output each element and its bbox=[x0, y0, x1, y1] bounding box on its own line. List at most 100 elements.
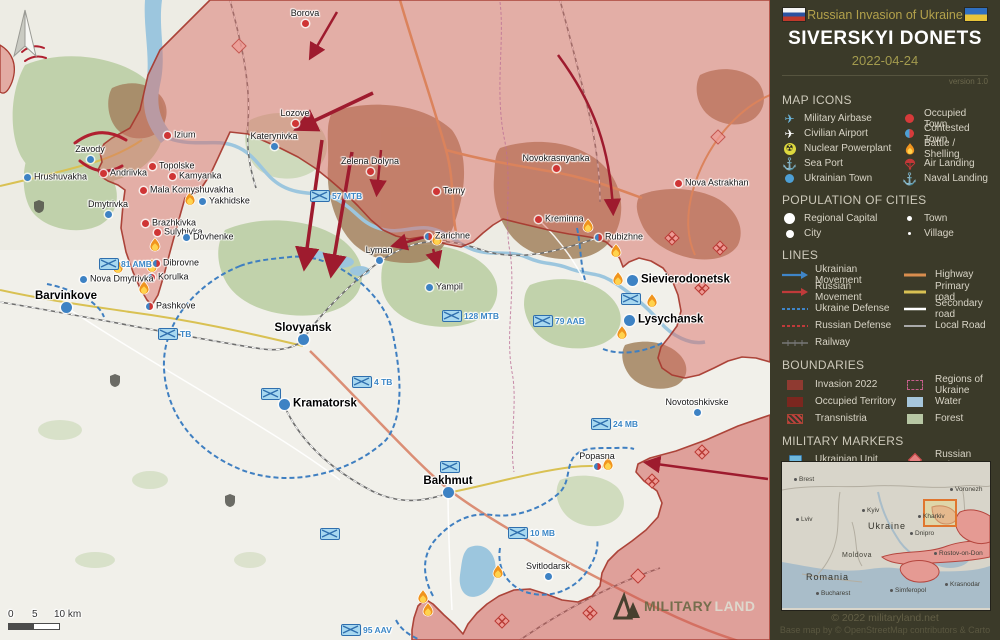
russian-unit-marker bbox=[710, 129, 726, 145]
town-dot bbox=[146, 303, 153, 310]
town-label: Dmytrivka bbox=[88, 199, 128, 209]
legend-label: Forest bbox=[935, 413, 963, 424]
town-dot bbox=[425, 233, 432, 240]
overview-minimap: Brest Voronezh Kyiv Kharkiv Lviv Ukraine… bbox=[781, 461, 991, 611]
legend-label: Ukrainian Town bbox=[804, 173, 872, 184]
copyright-line: © 2022 militaryland.net bbox=[770, 612, 1000, 624]
battle-shelling-icon bbox=[646, 294, 658, 313]
town-dot bbox=[298, 334, 309, 345]
invasion-2022-swatch bbox=[782, 380, 808, 390]
town-label: Dibrovne bbox=[163, 258, 199, 268]
battle-shelling-icon bbox=[612, 272, 624, 291]
ukrainian-unit-marker: 24 MB bbox=[591, 418, 611, 430]
town-label: Lozove bbox=[280, 108, 309, 118]
legend-label: Railway bbox=[815, 337, 850, 348]
town-dot bbox=[164, 132, 171, 139]
legend-item: ✈Military Airbase bbox=[782, 111, 900, 126]
legend-label: Military Airbase bbox=[804, 113, 872, 124]
scale-label-0: 0 bbox=[8, 609, 14, 620]
ukrainian-unit-marker: 128 MTB bbox=[442, 310, 462, 322]
ukrainian-unit-marker: 4 TB bbox=[352, 376, 372, 388]
legend-item: Russian Defense bbox=[782, 317, 900, 334]
minimap-city-dot bbox=[796, 518, 799, 521]
town-label: Pashkove bbox=[156, 301, 196, 311]
legend-label: Naval Landing bbox=[924, 173, 988, 184]
section-military-markers: MILITARY MARKERS bbox=[782, 434, 988, 448]
minimap-label-text: Brest bbox=[799, 476, 814, 483]
town-dot bbox=[443, 487, 454, 498]
town-dot bbox=[169, 173, 176, 180]
battle-shelling-icon bbox=[149, 238, 161, 257]
town-dot bbox=[142, 220, 149, 227]
map-title: SIVERSKYI DONETS bbox=[782, 28, 988, 50]
minimap-label-text: Dnipro bbox=[915, 530, 934, 537]
highway-icon bbox=[902, 272, 928, 278]
minimap-city-dot bbox=[945, 583, 948, 586]
legend-item: Russian Movement bbox=[782, 283, 900, 300]
town-label: Popasna bbox=[579, 451, 615, 461]
town-label: Kreminna bbox=[545, 214, 584, 224]
map-date: 2022-04-24 bbox=[782, 53, 988, 68]
russian-unit-marker bbox=[231, 38, 247, 54]
minimap-label: Kharkiv bbox=[918, 513, 945, 520]
primary-road-icon bbox=[902, 289, 928, 295]
minimap-city-dot bbox=[918, 515, 921, 518]
town-label: Svitlodarsk bbox=[526, 561, 570, 571]
town-dot bbox=[433, 188, 440, 195]
town-label: Mala Komyshuvakha bbox=[150, 185, 234, 195]
ukrainian-unit-marker bbox=[621, 293, 641, 305]
battle-shelling-icon bbox=[902, 143, 917, 155]
ukrainian-unit-marker bbox=[320, 528, 340, 540]
town-dot bbox=[553, 165, 560, 172]
ukrainian-town-icon bbox=[782, 174, 797, 183]
local-road-icon bbox=[902, 323, 928, 329]
legend-item: Occupied Territory bbox=[782, 393, 900, 410]
legend-item: Railway bbox=[782, 334, 900, 351]
legend-item: Regions of Ukraine bbox=[902, 376, 988, 393]
town-label: Barvinkove bbox=[35, 290, 97, 302]
minimap-label-text: Krasnodar bbox=[950, 581, 980, 588]
nuclear-powerplant-icon: ☢ bbox=[782, 143, 797, 155]
unit-label: TB bbox=[180, 329, 191, 339]
legend-item: Local Road bbox=[902, 317, 988, 334]
town-dot bbox=[367, 168, 374, 175]
screenshot-root: 57 MTB 81 AMB 128 MTB bbox=[0, 0, 1000, 640]
town-dot bbox=[183, 234, 190, 241]
town-label: Yampil bbox=[436, 282, 463, 292]
legend-item: Village bbox=[902, 226, 988, 241]
town-dot bbox=[271, 143, 278, 150]
russian-defense-icon bbox=[782, 323, 808, 329]
town-label: Andriivka bbox=[110, 168, 147, 178]
minimap-label-text: Moldova bbox=[842, 552, 872, 559]
minimap-label-text: Simferopol bbox=[895, 587, 926, 594]
ukrainian-flag-icon bbox=[964, 7, 988, 22]
unit-label: 24 MB bbox=[613, 419, 638, 429]
minimap-city-dot bbox=[950, 488, 953, 491]
minimap-label: Brest bbox=[794, 476, 814, 483]
town-label: Novotoshkivske bbox=[665, 397, 728, 407]
russian-unit-marker bbox=[664, 230, 680, 246]
minimap-label: Romania bbox=[806, 572, 849, 582]
legend-label: Russian Defense bbox=[815, 320, 891, 331]
russian-movement-icon bbox=[782, 287, 808, 297]
legend-label: Highway bbox=[935, 269, 973, 280]
watermark-text-military: MILITARY bbox=[644, 598, 713, 614]
town-dot bbox=[545, 573, 552, 580]
ukrainian-unit-marker bbox=[440, 461, 460, 473]
map-canvas: 57 MTB 81 AMB 128 MTB bbox=[0, 0, 770, 640]
minimap-label: Rostov-on-Don bbox=[934, 550, 983, 557]
ukrainian-unit-marker: 95 AAV bbox=[341, 624, 361, 636]
russian-unit-marker bbox=[644, 473, 660, 489]
minimap-label-text: Lviv bbox=[801, 516, 813, 523]
town-label: Bakhmut bbox=[423, 475, 472, 487]
mountains-logo-icon bbox=[612, 592, 642, 620]
minimap-label: Lviv bbox=[796, 516, 813, 523]
minimap-label: Bucharest bbox=[816, 590, 850, 597]
unit-label: 128 MTB bbox=[464, 311, 499, 321]
town-label: Dovhenke bbox=[193, 232, 234, 242]
legend-label: Nuclear Powerplant bbox=[804, 143, 891, 154]
town-dot bbox=[279, 399, 290, 410]
legend-item: ✈Civilian Airport bbox=[782, 126, 900, 141]
minimap-city-dot bbox=[794, 478, 797, 481]
minimap-label-text: Kyiv bbox=[867, 507, 879, 514]
